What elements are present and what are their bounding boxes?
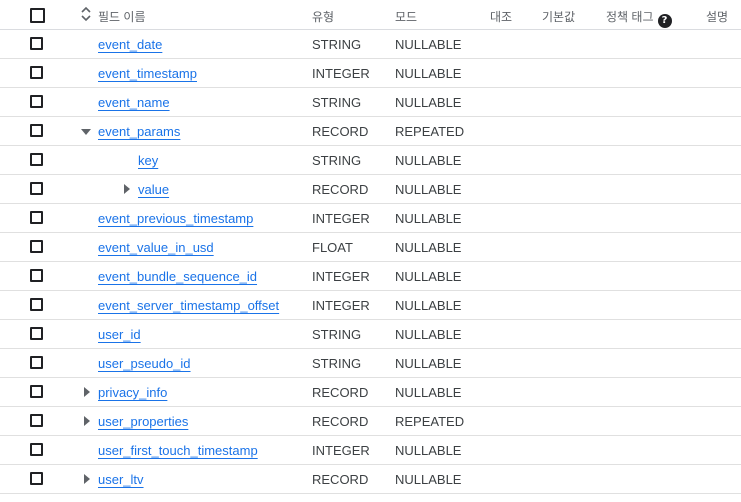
collapse-arrow-icon[interactable]	[81, 129, 91, 135]
field-mode: NULLABLE	[395, 153, 462, 168]
field-mode: NULLABLE	[395, 66, 462, 81]
expand-arrow-icon[interactable]	[84, 416, 90, 426]
table-row: event_value_in_usd FLOAT NULLABLE	[0, 233, 741, 262]
row-checkbox[interactable]	[30, 240, 43, 253]
schema-table: 필드 이름 유형 모드 대조 기본값 정책 태그? 설명 event_date …	[0, 0, 741, 494]
table-row: event_previous_timestamp INTEGER NULLABL…	[0, 204, 741, 233]
header-mode: 모드	[395, 10, 418, 24]
field-mode: NULLABLE	[395, 37, 462, 52]
row-checkbox[interactable]	[30, 95, 43, 108]
field-name-link[interactable]: value	[138, 182, 169, 197]
row-checkbox[interactable]	[30, 327, 43, 340]
help-icon[interactable]: ?	[657, 14, 672, 28]
expand-arrow-icon[interactable]	[84, 474, 90, 484]
table-row: privacy_info RECORD NULLABLE	[0, 378, 741, 407]
field-name-link[interactable]: event_date	[98, 37, 162, 52]
field-type: FLOAT	[312, 240, 353, 255]
field-name-link[interactable]: user_properties	[98, 414, 188, 429]
field-name-link[interactable]: event_params	[98, 124, 180, 139]
field-name-link[interactable]: key	[138, 153, 158, 168]
field-name-link[interactable]: privacy_info	[98, 385, 167, 400]
expand-arrow-icon[interactable]	[124, 184, 130, 194]
row-checkbox[interactable]	[30, 356, 43, 369]
select-all-checkbox[interactable]	[30, 8, 45, 23]
expand-arrow-icon[interactable]	[84, 387, 90, 397]
field-name-link[interactable]: event_previous_timestamp	[98, 211, 253, 226]
field-mode: NULLABLE	[395, 240, 462, 255]
row-checkbox[interactable]	[30, 298, 43, 311]
field-name-link[interactable]: user_ltv	[98, 472, 144, 487]
field-mode: REPEATED	[395, 124, 465, 139]
table-row: user_ltv RECORD NULLABLE	[0, 465, 741, 494]
field-type: STRING	[312, 356, 362, 371]
table-row: user_properties RECORD REPEATED	[0, 407, 741, 436]
field-type: STRING	[312, 37, 362, 52]
field-type: INTEGER	[312, 66, 370, 81]
field-mode: NULLABLE	[395, 269, 462, 284]
field-type: RECORD	[312, 472, 369, 487]
header-description: 설명	[706, 10, 729, 24]
field-name-link[interactable]: event_timestamp	[98, 66, 197, 81]
field-name-link[interactable]: event_name	[98, 95, 170, 110]
field-mode: NULLABLE	[395, 472, 462, 487]
table-row: value RECORD NULLABLE	[0, 175, 741, 204]
table-row: user_pseudo_id STRING NULLABLE	[0, 349, 741, 378]
field-name-link[interactable]: event_value_in_usd	[98, 240, 214, 255]
field-mode: NULLABLE	[395, 211, 462, 226]
header-policy-tag: 정책 태그?	[606, 8, 672, 28]
field-name-link[interactable]: user_first_touch_timestamp	[98, 443, 258, 458]
table-row: user_id STRING NULLABLE	[0, 320, 741, 349]
field-name-link[interactable]: user_id	[98, 327, 141, 342]
header-type: 유형	[312, 10, 335, 24]
table-header: 필드 이름 유형 모드 대조 기본값 정책 태그? 설명	[0, 0, 741, 30]
row-checkbox[interactable]	[30, 269, 43, 282]
table-row: key STRING NULLABLE	[0, 146, 741, 175]
field-name-link[interactable]: user_pseudo_id	[98, 356, 191, 371]
sort-icon[interactable]	[80, 6, 92, 22]
field-type: RECORD	[312, 414, 369, 429]
row-checkbox[interactable]	[30, 124, 43, 137]
row-checkbox[interactable]	[30, 153, 43, 166]
field-name-link[interactable]: event_bundle_sequence_id	[98, 269, 257, 284]
table-row: event_server_timestamp_offset INTEGER NU…	[0, 291, 741, 320]
table-row: event_bundle_sequence_id INTEGER NULLABL…	[0, 262, 741, 291]
field-type: INTEGER	[312, 269, 370, 284]
field-mode: NULLABLE	[395, 385, 462, 400]
field-mode: NULLABLE	[395, 298, 462, 313]
table-row: event_timestamp INTEGER NULLABLE	[0, 59, 741, 88]
field-mode: NULLABLE	[395, 182, 462, 197]
table-row: user_first_touch_timestamp INTEGER NULLA…	[0, 436, 741, 465]
field-type: RECORD	[312, 182, 369, 197]
row-checkbox[interactable]	[30, 472, 43, 485]
header-default-value: 기본값	[542, 10, 576, 24]
field-type: STRING	[312, 95, 362, 110]
field-type: INTEGER	[312, 298, 370, 313]
field-type: RECORD	[312, 385, 369, 400]
row-checkbox[interactable]	[30, 385, 43, 398]
table-row: event_params RECORD REPEATED	[0, 117, 741, 146]
field-type: INTEGER	[312, 443, 370, 458]
field-name-link[interactable]: event_server_timestamp_offset	[98, 298, 279, 313]
field-mode: REPEATED	[395, 414, 465, 429]
field-mode: NULLABLE	[395, 356, 462, 371]
table-row: event_date STRING NULLABLE	[0, 30, 741, 59]
field-type: STRING	[312, 327, 362, 342]
field-type: RECORD	[312, 124, 369, 139]
row-checkbox[interactable]	[30, 182, 43, 195]
row-checkbox[interactable]	[30, 443, 43, 456]
header-field-name[interactable]: 필드 이름	[98, 8, 146, 25]
row-checkbox[interactable]	[30, 414, 43, 427]
field-type: STRING	[312, 153, 362, 168]
row-checkbox[interactable]	[30, 211, 43, 224]
field-mode: NULLABLE	[395, 443, 462, 458]
table-row: event_name STRING NULLABLE	[0, 88, 741, 117]
field-type: INTEGER	[312, 211, 370, 226]
row-checkbox[interactable]	[30, 37, 43, 50]
row-checkbox[interactable]	[30, 66, 43, 79]
field-mode: NULLABLE	[395, 95, 462, 110]
header-collation: 대조	[490, 10, 513, 24]
field-mode: NULLABLE	[395, 327, 462, 342]
